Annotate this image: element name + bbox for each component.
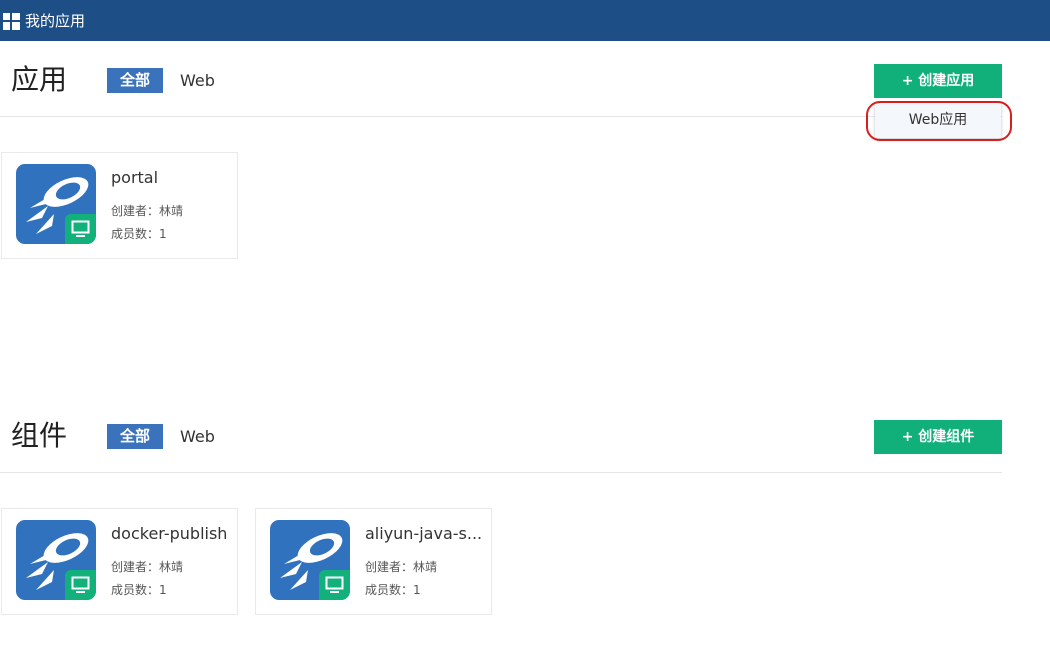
apps-divider [0,116,1002,117]
component-creator: 创建者：林靖 [111,560,184,574]
tab-apps-all[interactable]: 全部 [107,68,163,93]
tab-components-web[interactable]: Web [180,424,215,449]
component-members: 成员数：1 [111,583,167,597]
tab-apps-web[interactable]: Web [180,68,215,93]
monitor-badge [65,214,96,244]
component-name[interactable]: aliyun-java-s... [365,523,487,545]
component-card-aliyun-java[interactable]: aliyun-java-s... 创建者：林靖 成员数：1 [255,508,492,615]
monitor-icon [71,220,90,237]
app-logo [16,164,96,244]
app-members: 成员数：1 [111,227,167,241]
components-divider [0,472,1002,473]
top-bar: 我的应用 [0,0,1050,41]
create-component-button[interactable]: + 创建组件 [874,420,1002,454]
apps-section-title: 应用 [11,63,68,96]
monitor-icon [71,576,90,593]
app-name[interactable]: portal [111,167,233,189]
create-app-button[interactable]: + 创建应用 [874,64,1002,98]
grid-icon [3,13,20,30]
component-name[interactable]: docker-publish [111,523,233,545]
page-title: 我的应用 [25,12,86,30]
component-creator: 创建者：林靖 [365,560,438,574]
highlight-annotation [866,101,1012,141]
component-card-docker-publish[interactable]: docker-publish 创建者：林靖 成员数：1 [1,508,238,615]
monitor-badge [65,570,96,600]
component-logo [270,520,350,600]
components-section-title: 组件 [11,419,68,452]
tab-components-all[interactable]: 全部 [107,424,163,449]
monitor-badge [319,570,350,600]
component-logo [16,520,96,600]
app-card-portal[interactable]: portal 创建者：林靖 成员数：1 [1,152,238,259]
component-members: 成员数：1 [365,583,421,597]
monitor-icon [325,576,344,593]
app-creator: 创建者：林靖 [111,204,184,218]
